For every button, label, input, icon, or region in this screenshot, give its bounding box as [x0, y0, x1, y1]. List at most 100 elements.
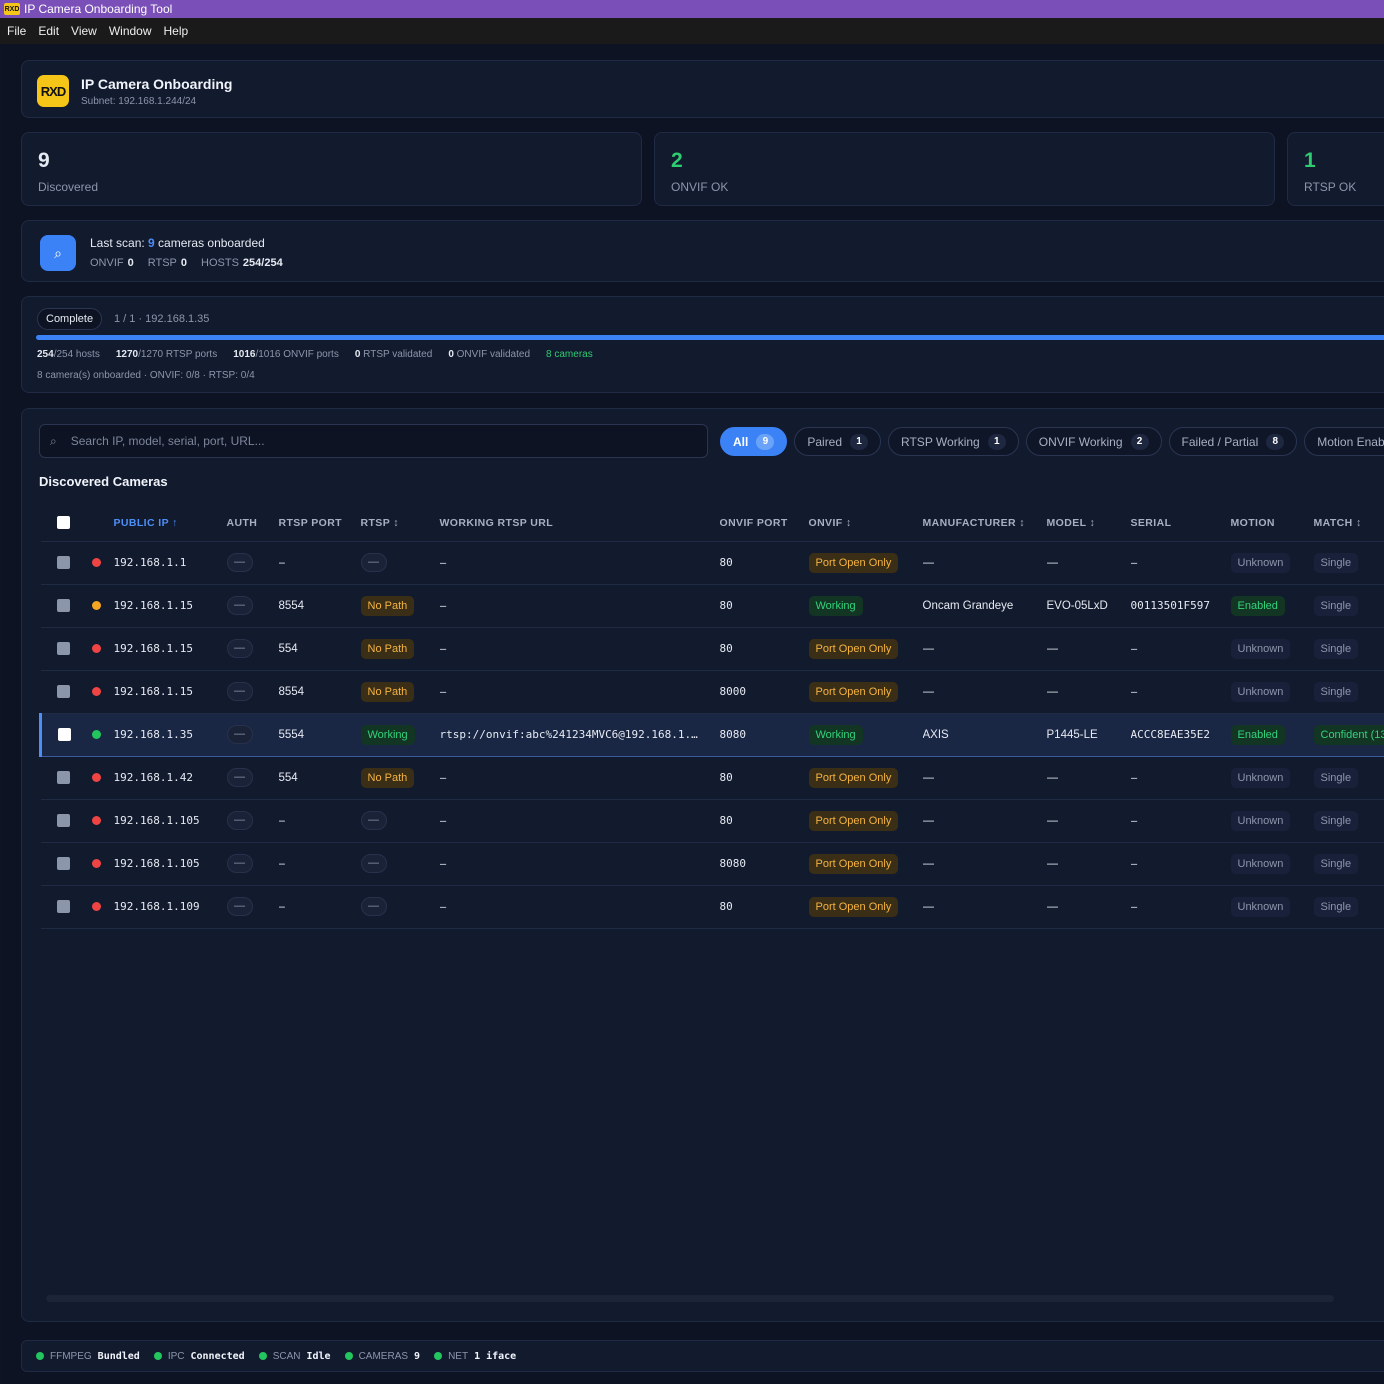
col-model[interactable]: MODEL ↕: [1046, 505, 1131, 542]
onvif-port-cell: 80: [719, 541, 809, 585]
row-checkbox[interactable]: [56, 599, 70, 612]
status-dot: [434, 1352, 443, 1360]
search-input[interactable]: ⌕ Search IP, model, serial, port, URL...: [39, 424, 708, 458]
rtsp-url-cell: –: [439, 627, 720, 671]
filter-paired[interactable]: Paired 1: [794, 427, 882, 456]
status-value: Connected: [190, 1350, 245, 1362]
onvif-cell: Port Open Only: [808, 670, 923, 714]
filter-rtsp-working[interactable]: RTSP Working 1: [888, 427, 1019, 456]
row-checkbox[interactable]: [56, 814, 70, 827]
filter-motion-enabled[interactable]: Motion Enabled: [1304, 427, 1384, 456]
rtsp-cell: —: [360, 842, 440, 886]
status-dot: [36, 1352, 44, 1360]
select-all-checkbox[interactable]: [56, 516, 70, 530]
row-checkbox[interactable]: [58, 728, 71, 741]
table-row[interactable]: 192.168.1.42—554 No Path –80 Port Open Only…: [40, 756, 1384, 800]
rtsp-status-badge: No Path: [360, 767, 415, 788]
row-checkbox[interactable]: [56, 900, 70, 913]
select-cell: [40, 627, 87, 671]
motion-cell: Enabled: [1230, 712, 1314, 757]
status-ipc: IPC Connected: [153, 1350, 245, 1362]
ip-cell: 192.168.1.15: [113, 670, 227, 714]
menu-file[interactable]: File: [7, 24, 26, 38]
menu-help[interactable]: Help: [164, 24, 189, 38]
status-cell: [86, 712, 114, 757]
model-cell: —: [1046, 756, 1131, 800]
row-checkbox[interactable]: [56, 685, 70, 698]
stat-label: RTSP OK: [1304, 180, 1357, 194]
table-row[interactable]: 192.168.1.109— – — –80 Port Open Only — — – Unkn…: [40, 885, 1384, 929]
manufacturer-cell: —: [922, 627, 1047, 671]
table-row[interactable]: 192.168.1.15— 8554 No Path –80 Working Oncam …: [40, 584, 1384, 628]
row-checkbox[interactable]: [56, 771, 70, 784]
serial-cell: ACCC8EAE35E2: [1130, 712, 1231, 757]
col-rtsp[interactable]: RTSP ↕: [360, 505, 440, 542]
table-row[interactable]: 192.168.1.1— – — –80 Port Open Only — — – Unknow…: [40, 541, 1384, 585]
rtsp-cell: —: [360, 541, 440, 585]
match-cell: Single: [1313, 756, 1384, 800]
menu-window[interactable]: Window: [109, 24, 152, 38]
stat-label: Discovered: [38, 180, 99, 194]
col-match[interactable]: MATCH ↕: [1313, 505, 1384, 542]
col-public-ip[interactable]: PUBLIC IP ↑: [113, 505, 227, 542]
match-badge: Single: [1313, 896, 1359, 917]
col-serial: SERIAL: [1130, 505, 1231, 542]
auth-badge: —: [226, 811, 253, 830]
status-cell: [86, 885, 114, 929]
filter-count: 1: [850, 433, 869, 450]
onvif-cell: Working: [808, 712, 923, 757]
search-icon: ⌕: [40, 235, 76, 271]
table-row[interactable]: 192.168.1.15—8554 No Path –8000 Port Open O…: [40, 670, 1384, 714]
table-row[interactable]: 192.168.1.35—5554 Working rtsp://onvif:abc…: [39, 712, 1384, 757]
scan-progress-fill: [36, 335, 1384, 340]
menu-edit[interactable]: Edit: [38, 24, 59, 38]
match-badge: Single: [1313, 638, 1359, 659]
row-checkbox[interactable]: [56, 642, 70, 655]
app-header: RXD IP Camera Onboarding Subnet: 192.168…: [21, 60, 1384, 118]
status-cameras: CAMERAS 9: [344, 1351, 420, 1362]
select-cell: [40, 670, 87, 714]
metric-onvif: ONVIF 0: [90, 257, 134, 269]
stat-value: 9: [38, 149, 50, 172]
motion-badge: Unknown: [1230, 552, 1291, 573]
stat-onvif-ok: 2 ONVIF OK: [654, 132, 1275, 206]
onvif-port-cell: 8080: [719, 842, 809, 886]
filter-failed-partial[interactable]: Failed / Partial 8: [1168, 427, 1298, 456]
match-badge: Confident (13: [1313, 724, 1384, 745]
table-row[interactable]: 192.168.1.105— – — –8080 Port Open Only — — – Un…: [40, 842, 1384, 886]
row-checkbox[interactable]: [56, 857, 70, 870]
manufacturer-cell: AXIS: [922, 712, 1047, 757]
ip-cell: 192.168.1.1: [113, 541, 227, 585]
count-rtsp-ports: 1270/1270 RTSP ports: [116, 349, 217, 360]
onvif-cell: Port Open Only: [808, 799, 923, 843]
rtsp-cell: No Path: [360, 627, 440, 671]
rtsp-status-badge: No Path: [360, 595, 415, 616]
table-row[interactable]: 192.168.1.105— – — –80 Port Open Only — — – Unkn…: [40, 799, 1384, 843]
onvif-port-cell: 8000: [719, 670, 809, 714]
col-onvif[interactable]: ONVIF ↕: [808, 505, 923, 542]
filter-count: 1: [987, 433, 1006, 450]
brand-logo: RXD: [37, 75, 69, 107]
status-dot: [91, 901, 101, 911]
filter-onvif-working[interactable]: ONVIF Working 2: [1025, 427, 1162, 456]
filter-all[interactable]: All 9: [720, 427, 788, 456]
rtsp-port-cell: 8554: [278, 584, 361, 628]
last-scan-suffix: cameras onboarded: [154, 236, 265, 250]
horizontal-scrollbar[interactable]: [46, 1295, 1334, 1302]
col-rtsp-port: RTSP PORT: [278, 505, 361, 542]
row-checkbox[interactable]: [56, 556, 70, 569]
count-label: ONVIF validated: [453, 349, 531, 360]
table-row[interactable]: 192.168.1.15—554 No Path –80 Port Open Only…: [40, 627, 1384, 671]
onvif-status-badge: Working: [808, 595, 863, 616]
menu-view[interactable]: View: [71, 24, 97, 38]
auth-badge: —: [226, 596, 253, 615]
auth-cell: —: [226, 842, 279, 886]
filter-count: 9: [756, 433, 775, 450]
col-manufacturer[interactable]: MANUFACTURER ↕: [922, 505, 1047, 542]
filter-count: 8: [1266, 433, 1285, 450]
rtsp-port-cell: 554: [278, 756, 361, 800]
last-scan-metrics: ONVIF 0 RTSP 0 HOSTS 254/254: [90, 257, 283, 269]
motion-badge: Unknown: [1230, 767, 1291, 788]
onvif-status-badge: Port Open Only: [808, 681, 899, 702]
last-scan-panel: ⌕ Last scan: 9 cameras onboarded ONVIF 0 …: [21, 220, 1384, 282]
